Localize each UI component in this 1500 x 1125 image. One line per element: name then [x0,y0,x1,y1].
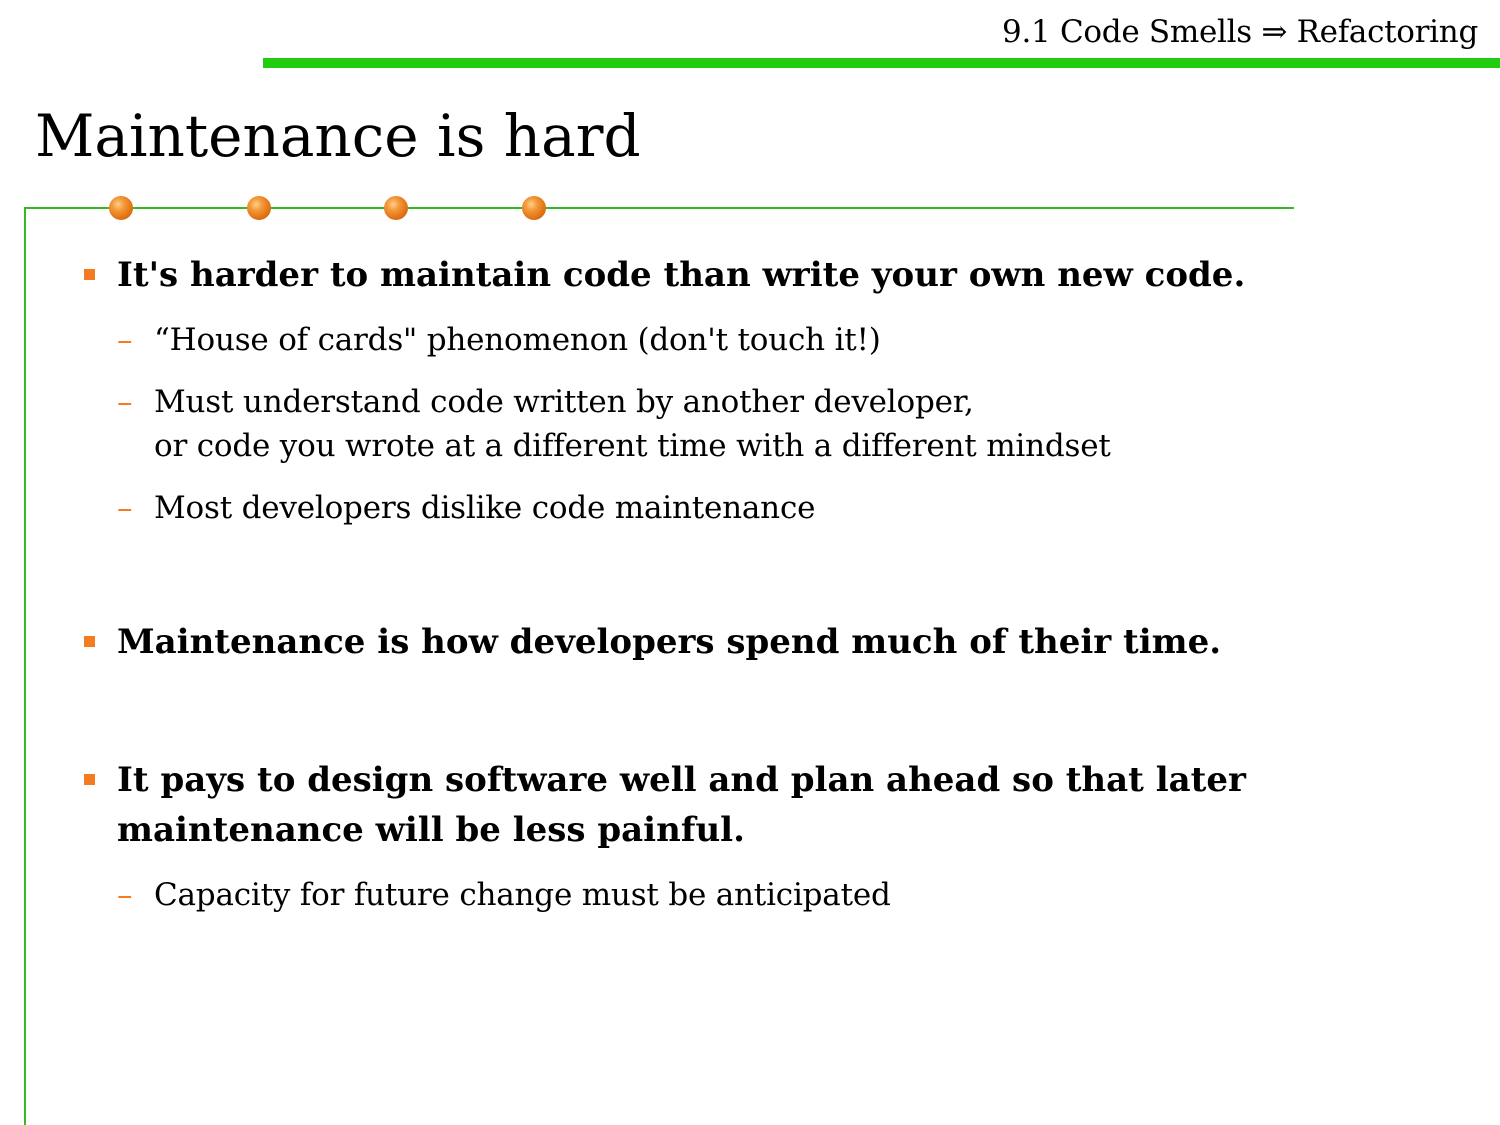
sub-text: Capacity for future change must be antic… [154,877,891,913]
dash-bullet-icon: – [117,877,133,913]
bullet-list: It's harder to maintain code than write … [82,250,1292,917]
sub-list-1: – “House of cards" phenomenon (don't tou… [82,318,1292,530]
frame-top-line [24,207,1294,209]
frame-left-line [24,207,26,1125]
orange-dot-2 [247,196,271,220]
orange-dot-4 [522,196,546,220]
sub-item-1-3: – Most developers dislike code maintenan… [117,486,1292,530]
sub-item-1-2: – Must understand code written by anothe… [117,380,1292,468]
square-bullet-icon [84,774,95,785]
bullet-text-1: It's harder to maintain code than write … [117,255,1246,295]
bullet-item-3: It pays to design software well and plan… [82,755,1292,855]
sub-list-3: – Capacity for future change must be ant… [82,873,1292,917]
bullet-item-2: Maintenance is how developers spend much… [82,617,1292,667]
slide-title: Maintenance is hard [35,102,641,170]
sub-item-3-1: – Capacity for future change must be ant… [117,873,1292,917]
sub-item-1-1: – “House of cards" phenomenon (don't tou… [117,318,1292,362]
sub-text: or code you wrote at a different time wi… [154,428,1111,464]
sub-text: “House of cards" phenomenon (don't touch… [154,322,881,358]
sub-text: Must understand code written by another … [154,384,974,420]
square-bullet-icon [84,636,95,647]
dash-bullet-icon: – [117,490,133,526]
orange-dot-1 [109,196,133,220]
bullet-text-3: maintenance will be less painful. [117,810,745,850]
header-title: 9.1 Code Smells ⇒ Refactoring [1002,14,1478,50]
header-rule [263,58,1500,68]
bullet-text-3: It pays to design software well and plan… [117,760,1246,800]
bullet-item-1: It's harder to maintain code than write … [82,250,1292,300]
sub-text: Most developers dislike code maintenance [154,490,816,526]
orange-dot-3 [384,196,408,220]
dash-bullet-icon: – [117,384,133,420]
bullet-text-2: Maintenance is how developers spend much… [117,622,1222,662]
dash-bullet-icon: – [117,322,133,358]
square-bullet-icon [84,269,95,280]
